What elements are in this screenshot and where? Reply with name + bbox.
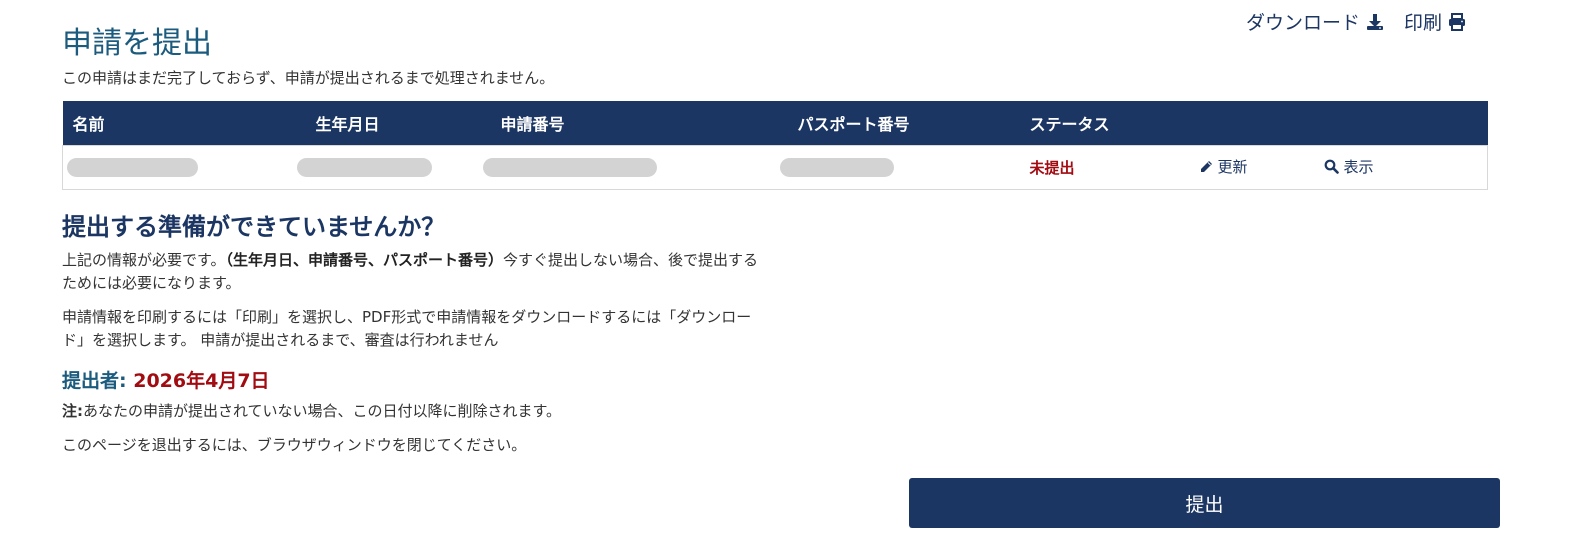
table-row: 未提出 更新 表示 xyxy=(62,144,1488,190)
pencil-icon xyxy=(1200,160,1212,172)
applications-table: 名前 生年月日 申請番号 パスポート番号 ステータス 未提出 更新 表示 xyxy=(62,101,1488,190)
update-link[interactable]: 更新 xyxy=(1199,156,1248,177)
view-link[interactable]: 表示 xyxy=(1324,156,1374,177)
note-text: あなたの申請が提出されていない場合、この日付以降に削除されます。 xyxy=(83,402,562,420)
printer-icon xyxy=(1449,12,1466,31)
table-header-row: 名前 生年月日 申請番号 パスポート番号 ステータス xyxy=(62,101,1488,145)
birthdate-cell xyxy=(296,144,491,190)
passport-number-cell xyxy=(779,144,1020,190)
search-icon xyxy=(1324,159,1339,174)
print-link[interactable]: 印刷 xyxy=(1404,8,1466,35)
exit-instructions: このページを退出するには、ブラウザウィンドウを閉じてください。 xyxy=(62,436,527,454)
name-cell xyxy=(62,144,306,190)
status-cell: 未提出 xyxy=(1019,144,1195,190)
column-header-status: ステータス xyxy=(1029,114,1110,134)
deadline-date: 2026年4月7日 xyxy=(133,370,270,392)
update-label: 更新 xyxy=(1217,158,1248,177)
column-header-application-number: 申請番号 xyxy=(500,114,565,134)
passport-number-placeholder xyxy=(779,157,894,177)
required-info-prefix: 上記の情報が必要です。 xyxy=(62,251,226,269)
name-placeholder xyxy=(67,157,198,177)
print-label: 印刷 xyxy=(1404,12,1443,34)
required-info-fields: （生年月日、申請番号、パスポート番号） xyxy=(225,251,504,269)
note-label: 注: xyxy=(62,402,83,420)
birthdate-placeholder xyxy=(296,157,432,177)
intro-text: この申請はまだ完了しておらず、申請が提出されるまで処理されません。 xyxy=(62,69,555,87)
download-icon xyxy=(1367,13,1384,30)
application-number-placeholder xyxy=(482,157,657,177)
download-label: ダウンロード xyxy=(1246,12,1361,34)
download-link[interactable]: ダウンロード xyxy=(1246,8,1384,35)
deletion-note: 注:あなたの申請が提出されていない場合、この日付以降に削除されます。 xyxy=(62,400,561,421)
top-actions: ダウンロード 印刷 xyxy=(1246,8,1466,35)
column-header-update xyxy=(1195,101,1320,145)
column-header-passport-number: パスポート番号 xyxy=(797,114,910,134)
column-header-view xyxy=(1320,101,1488,145)
view-cell: 表示 xyxy=(1319,144,1488,190)
deadline-label: 提出者: xyxy=(62,370,127,392)
print-download-instructions: 申請情報を印刷するには「印刷」を選択し、PDF形式で申請情報をダウンロードするに… xyxy=(62,308,752,349)
required-info-text: 上記の情報が必要です。（生年月日、申請番号、パスポート番号）今すぐ提出しない場合… xyxy=(62,249,762,295)
submit-button[interactable]: 提出 xyxy=(909,478,1500,528)
column-header-name: 名前 xyxy=(72,114,105,134)
update-cell: 更新 xyxy=(1194,144,1320,190)
page-title: 申請を提出 xyxy=(62,26,212,61)
section-heading: 提出する準備ができていませんか？ xyxy=(62,213,446,241)
column-header-birthdate: 生年月日 xyxy=(315,114,380,134)
submission-deadline: 提出者: 2026年4月7日 xyxy=(62,366,270,393)
application-number-cell xyxy=(482,144,788,190)
view-label: 表示 xyxy=(1343,158,1374,176)
